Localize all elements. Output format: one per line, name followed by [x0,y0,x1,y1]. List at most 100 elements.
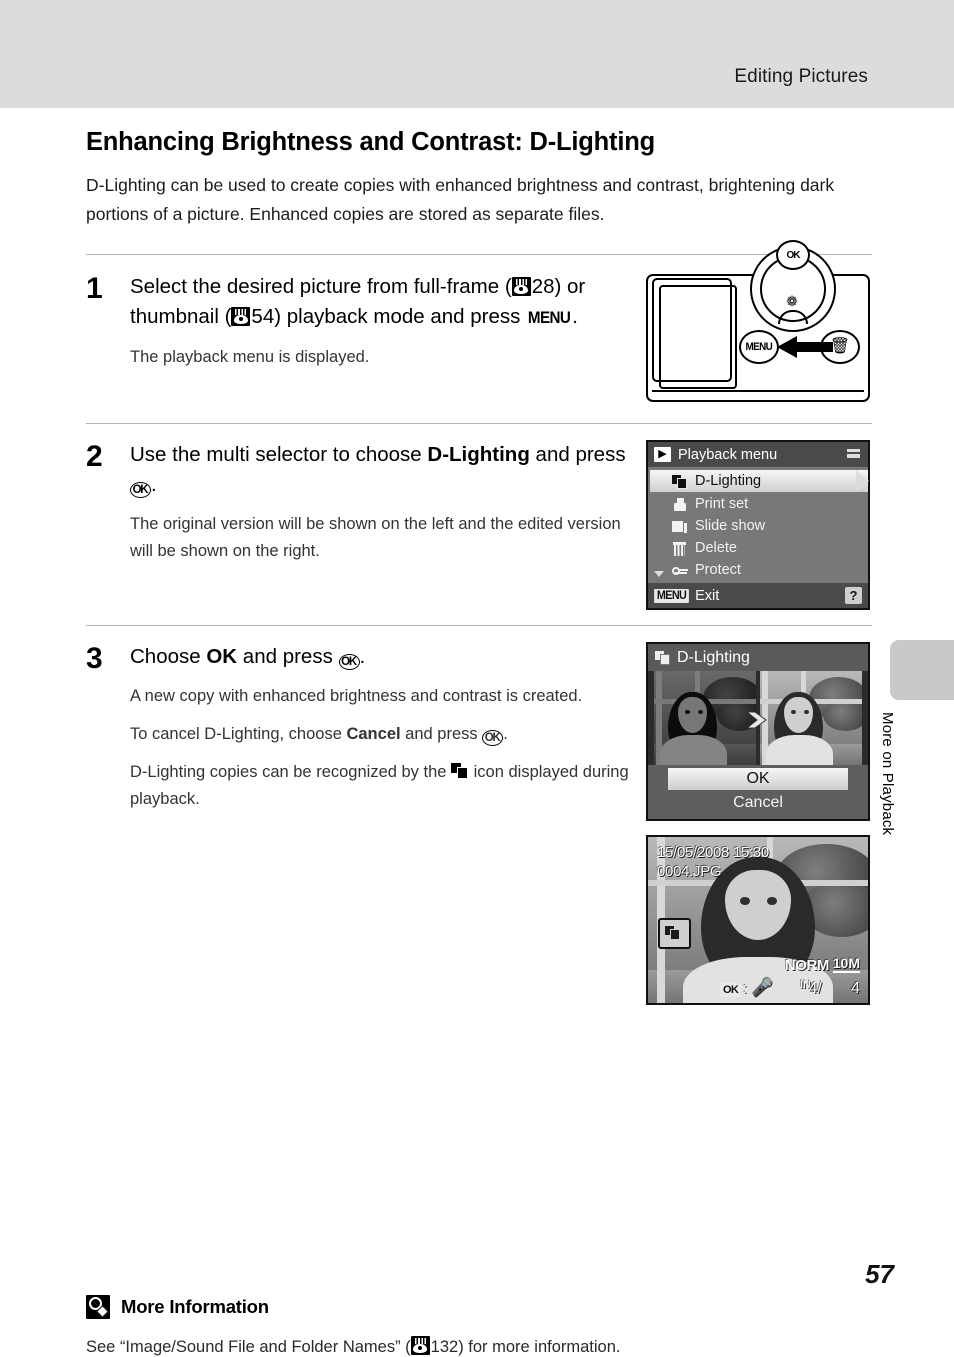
ok-button-glyph: OK [482,730,504,746]
step-1-ref-page-2: 54 [251,305,275,328]
microphone-icon: 🎤 [752,978,774,997]
reference-book-icon [410,1336,430,1355]
step-2-text-c: . [151,473,157,496]
menu-item-protect[interactable]: Protect [648,559,868,581]
step-1-body: Select the desired picture from full-fra… [130,272,638,371]
trash-icon [670,540,690,556]
step-1-text-c: ) playback mode and press [274,305,527,328]
menu-item-d-lighting-label: D-Lighting [695,473,762,489]
step-3-note-3: D-Lighting copies can be recognized by t… [130,759,638,813]
more-information-header: More Information [86,1295,872,1319]
d-lighting-icon [655,650,671,665]
image-size-indicator: 10M [832,955,860,973]
help-icon[interactable]: ? [845,587,862,604]
menu-item-print-set[interactable]: Print set [648,493,868,515]
step-1-note: The playback menu is displayed. [130,348,370,366]
camera-lcd-inner-outline [659,285,737,389]
step-3-note-3-text-a: D-Lighting copies can be recognized by t… [130,763,452,781]
page-title: Enhancing Brightness and Contrast: D-Lig… [86,128,655,156]
step-2-figure: ▶ Playback menu D-Lighting Print set Sli… [646,440,872,610]
menu-item-print-set-label: Print set [695,496,749,512]
more-info-ref-page: 132 [430,1338,459,1356]
step-3-note-2-text-a: To cancel D-Lighting, choose [130,725,347,743]
d-lighting-cancel-button[interactable]: Cancel [668,792,848,814]
menu-item-delete-label: Delete [695,540,737,556]
playback-menu-screen: ▶ Playback menu D-Lighting Print set Sli… [646,440,870,610]
step-2: 2 Use the multi selector to choose D-Lig… [86,440,872,610]
enhanced-photo-preview [760,671,862,765]
step-1-text-d: . [572,305,578,328]
section-divider [86,423,872,424]
step-3-emphasis: OK [206,645,238,668]
slide-show-icon [670,518,690,534]
step-3-note-2-text-b: and press [400,725,483,743]
step-3-figures: D-Lighting OK Cancel 15/05/2008 15:30 00… [646,642,872,1005]
menu-item-slide-show-label: Slide show [695,518,766,534]
d-lighting-screen-titlebar: D-Lighting [648,644,868,671]
playback-menu-footer: MENU Exit ? [648,583,868,608]
step-3-text-c: . [359,645,366,668]
d-lighting-icon [670,473,690,489]
ok-button-chip: OK [720,983,742,997]
more-info-text-a: See “Image/Sound File and Folder Names” … [86,1338,411,1356]
photo-scene [654,671,756,765]
key-icon [670,562,690,578]
original-photo-preview [654,671,756,765]
reference-book-icon [231,307,251,326]
d-lighting-screen-title: D-Lighting [677,648,750,666]
step-3: 3 Choose OK and press OK. A new copy wit… [86,642,872,1005]
menu-item-delete[interactable]: Delete [648,537,868,559]
step-1-instruction: Select the desired picture from full-fra… [130,272,638,333]
camera-menu-button: MENU [739,330,779,364]
step-3-note-1: A new copy with enhanced brightness and … [130,687,583,705]
step-2-number: 2 [86,440,103,473]
d-lighting-ok-button[interactable]: OK [668,768,848,790]
step-3-text-b: and press [237,645,339,668]
frame-total: 4 [851,980,860,997]
d-lighting-button-group: OK Cancel [648,765,868,819]
step-2-text-b: and press [529,443,626,466]
menu-item-d-lighting[interactable]: D-Lighting [650,470,869,492]
camera-bottom-edge [652,390,864,393]
camera-back-illustration: OK ❁ MENU 🗑 [646,240,872,408]
intro-paragraph: D-Lighting can be used to create copies … [86,175,835,224]
ok-button-glyph: OK [338,654,360,670]
ok-button-dial: OK [776,240,810,270]
photo-timestamp: 15/05/2008 15:30 [657,844,769,861]
transform-arrow-icon [747,711,767,729]
playback-menu-title: Playback menu [678,446,778,463]
ok-button-glyph: OK [130,482,151,498]
step-2-emphasis: D-Lighting [427,443,530,466]
step-3-number: 3 [86,642,103,675]
d-lighting-preview-screen: D-Lighting OK Cancel [646,642,870,821]
step-3-note-2: To cancel D-Lighting, choose Cancel and … [130,721,638,748]
menu-item-protect-label: Protect [695,562,741,578]
menu-button-glyph: MENU [527,309,571,327]
playback-menu-titlebar: ▶ Playback menu [648,442,868,467]
menu-button-chip: MENU [654,588,689,603]
step-1-ref-page-1: 28 [531,275,555,298]
menu-indicator-icon [847,449,860,458]
page-content: Enhancing Brightness and Contrast: D-Lig… [86,108,872,1357]
reference-book-icon [511,277,531,296]
more-information-title: More Information [121,1296,269,1317]
menu-item-slide-show[interactable]: Slide show [648,515,868,537]
step-2-note: The original version will be shown on th… [130,515,621,560]
photo-scene [760,671,862,765]
step-3-instruction: Choose OK and press OK. [130,642,638,672]
step-1-text-a: Select the desired picture from full-fra… [130,275,512,298]
step-2-instruction: Use the multi selector to choose D-Light… [130,440,638,500]
osd-colon: : [743,980,748,997]
d-lighting-icon [451,763,469,779]
pointer-arrow-icon [777,336,833,358]
step-3-text-a: Choose [130,645,207,668]
magnifier-icon [86,1295,110,1319]
step-3-note-2-text-c: . [503,725,508,743]
d-lighting-comparison [648,671,868,765]
camera-menu-button-label: MENU [745,341,773,353]
playback-osd: 15/05/2008 15:30 0004.JPG NORM 10M OK : … [648,837,868,1003]
step-3-body: Choose OK and press OK. A new copy with … [130,642,638,813]
step-1: 1 Select the desired picture from full-f… [86,240,872,408]
playback-menu-exit-label: Exit [695,587,720,604]
step-1-figure: OK ❁ MENU 🗑 [646,240,872,408]
